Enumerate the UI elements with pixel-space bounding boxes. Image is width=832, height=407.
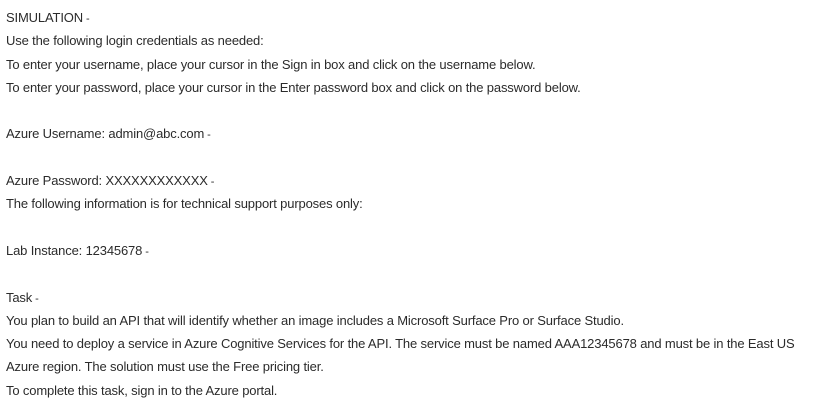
task-heading: Task - bbox=[6, 286, 830, 309]
credentials-intro: Use the following login credentials as n… bbox=[6, 33, 264, 49]
azure-password-marker: - bbox=[210, 176, 215, 189]
task-heading-marker: - bbox=[35, 292, 39, 305]
lab-instance-row: Lab Instance: 12345678- bbox=[6, 239, 830, 262]
task-line-3: To complete this task, sign in to the Az… bbox=[6, 382, 278, 398]
azure-username-marker: - bbox=[207, 129, 211, 142]
simulation-instructions: SIMULATION - Use the following login cred… bbox=[6, 6, 830, 402]
task-line-1: You plan to build an API that will ident… bbox=[6, 312, 624, 328]
lab-instance-value: 12345678 bbox=[85, 242, 143, 258]
simulation-heading-text: SIMULATION bbox=[6, 10, 83, 25]
task-heading-text: Task bbox=[6, 289, 33, 305]
task-line-2: You need to deploy a service in Azure Co… bbox=[6, 336, 795, 375]
lab-instance-marker: - bbox=[145, 245, 149, 258]
username-instruction: To enter your username, place your curso… bbox=[6, 56, 536, 72]
password-instruction: To enter your password, place your curso… bbox=[6, 79, 581, 95]
azure-username-label: Azure Username: bbox=[6, 126, 105, 142]
azure-password-row: Azure Password: XXXXXXXXXXXX - bbox=[6, 169, 830, 192]
simulation-heading-marker: - bbox=[86, 13, 90, 25]
azure-password-label: Azure Password: bbox=[6, 173, 103, 189]
support-note: The following information is for technic… bbox=[6, 196, 363, 212]
azure-username-value[interactable]: admin@abc.com bbox=[108, 126, 204, 141]
azure-password-value[interactable]: XXXXXXXXXXXX bbox=[105, 173, 207, 188]
simulation-heading: SIMULATION - bbox=[6, 6, 830, 29]
lab-instance-label: Lab Instance: bbox=[6, 242, 83, 258]
azure-username-row: Azure Username: admin@abc.com - bbox=[6, 122, 830, 145]
